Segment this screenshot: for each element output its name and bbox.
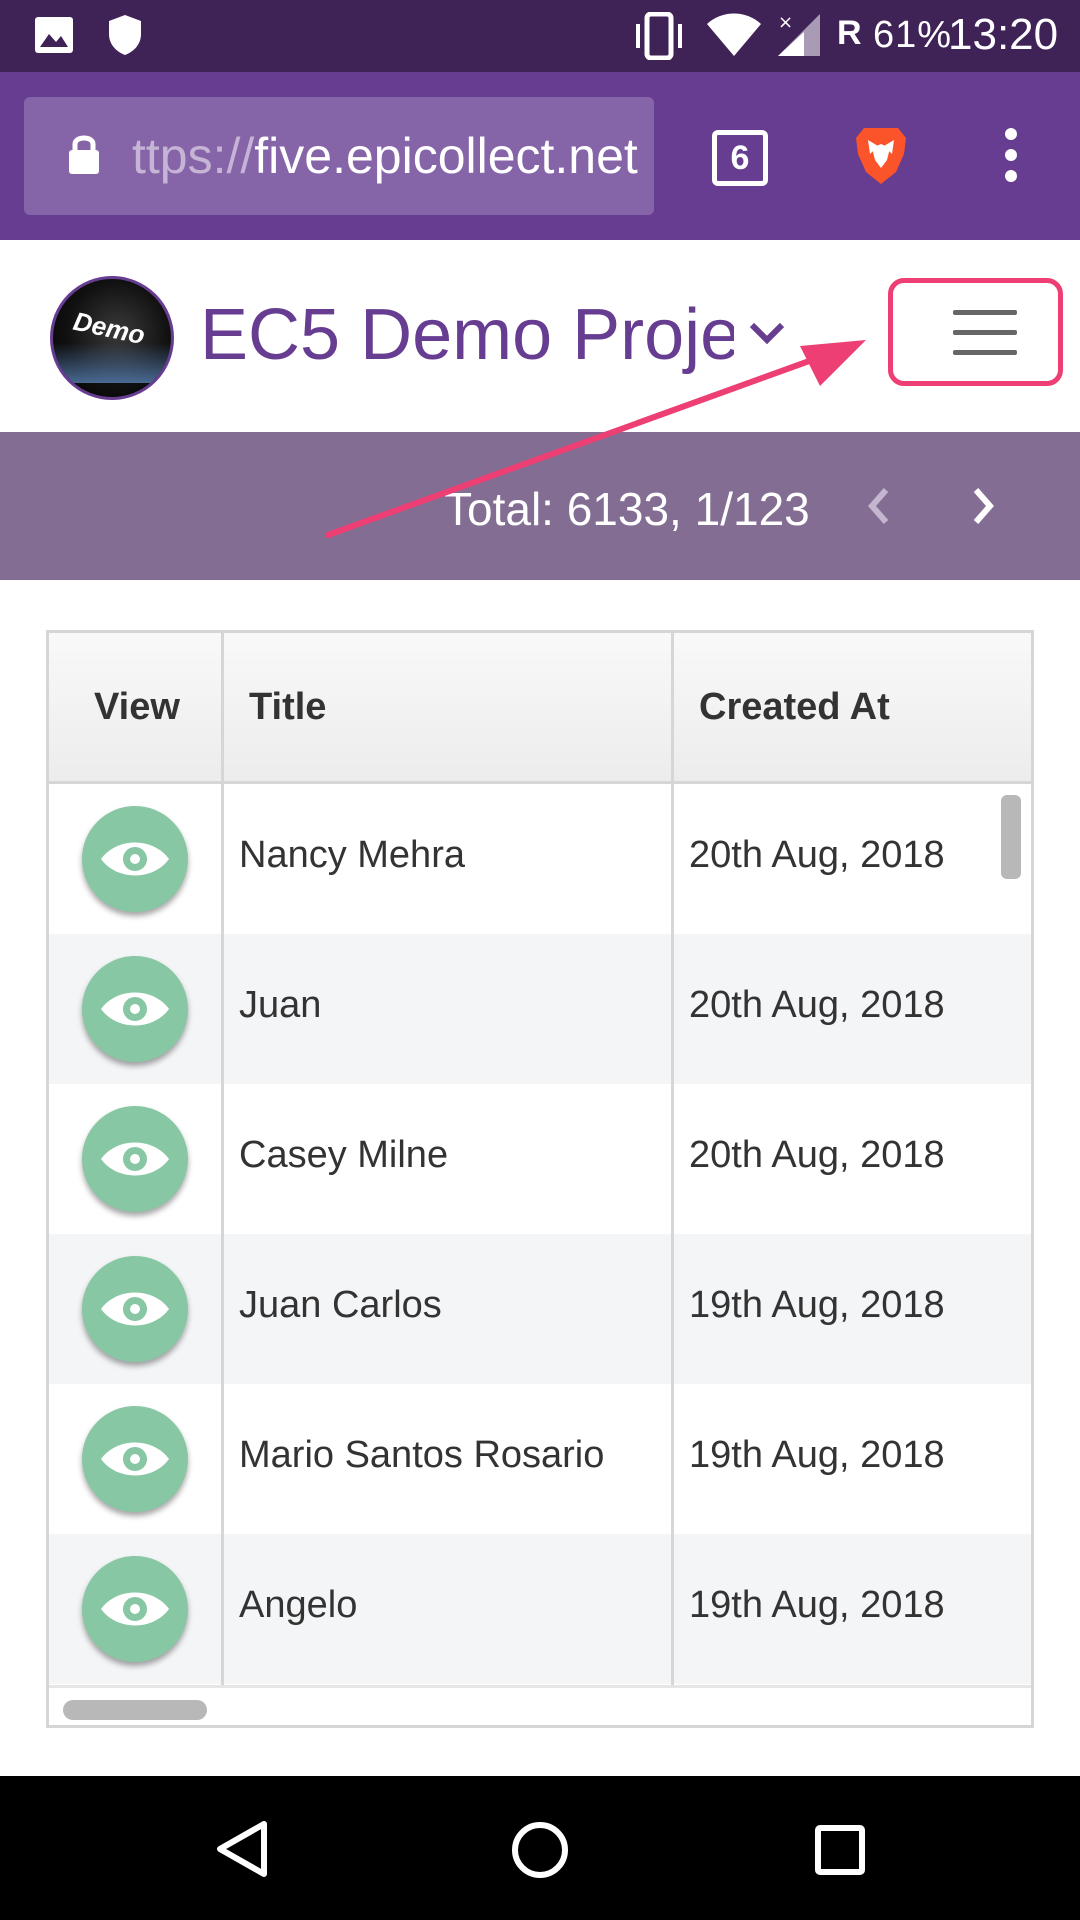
- wifi-icon: [707, 13, 761, 56]
- entry-created-at: 20th Aug, 2018: [689, 834, 945, 876]
- project-avatar[interactable]: Demo: [50, 276, 174, 400]
- table-row: Angelo 19th Aug, 2018: [49, 1534, 1031, 1684]
- table-row: Nancy Mehra 20th Aug, 2018: [49, 784, 1031, 934]
- url-host: five.epicollect.net: [254, 128, 638, 184]
- system-navigation-bar: [0, 1776, 1080, 1920]
- vibrate-icon: [636, 12, 682, 60]
- project-title[interactable]: EC5 Demo Proje: [200, 294, 734, 376]
- table-body[interactable]: Nancy Mehra 20th Aug, 2018 Juan 20th Aug…: [49, 784, 1031, 1684]
- clock: 13:20: [948, 10, 1059, 59]
- project-header: Demo EC5 Demo Proje: [0, 240, 1080, 432]
- table-row: Juan 20th Aug, 2018: [49, 934, 1031, 1084]
- column-header-view[interactable]: View: [94, 633, 180, 781]
- hamburger-line-middle: [953, 330, 1017, 335]
- image-icon: [35, 17, 73, 53]
- eye-icon: [101, 992, 169, 1026]
- eye-icon: [101, 1292, 169, 1326]
- back-icon[interactable]: [214, 1820, 270, 1878]
- chevron-down-icon[interactable]: [748, 320, 786, 346]
- hamburger-menu-button[interactable]: [888, 278, 1063, 386]
- column-header-title[interactable]: Title: [249, 633, 326, 781]
- total-count: Total: 6133, 1/123: [444, 483, 810, 535]
- entry-created-at: 20th Aug, 2018: [689, 984, 945, 1026]
- hamburger-line-top: [953, 310, 1017, 315]
- signal-icon: ×: [778, 12, 820, 56]
- view-entry-button[interactable]: [82, 1106, 188, 1212]
- view-entry-button[interactable]: [82, 806, 188, 912]
- table-row: Juan Carlos 19th Aug, 2018: [49, 1234, 1031, 1384]
- url-text: ttps://five.epicollect.net: [132, 127, 652, 185]
- url-scheme: ttps://: [132, 128, 255, 184]
- view-entry-button[interactable]: [82, 1256, 188, 1362]
- view-entry-button[interactable]: [82, 1406, 188, 1512]
- view-entry-button[interactable]: [82, 956, 188, 1062]
- eye-icon: [101, 1142, 169, 1176]
- browser-toolbar: ttps://five.epicollect.net 6: [0, 72, 1080, 240]
- table-row: Casey Milne 20th Aug, 2018: [49, 1084, 1031, 1234]
- next-page-icon[interactable]: [966, 484, 1000, 528]
- view-entry-button[interactable]: [82, 1556, 188, 1662]
- table-header: View Title Created At: [49, 633, 1031, 784]
- lock-icon: [69, 135, 99, 174]
- horizontal-scrollbar[interactable]: [63, 1700, 207, 1720]
- status-bar: × R 61% 13:20: [0, 0, 1080, 72]
- svg-text:×: ×: [778, 12, 793, 33]
- pagination-bar: Total: 6133, 1/123: [0, 432, 1080, 580]
- entry-title: Juan: [239, 984, 322, 1026]
- shield-icon: [109, 15, 141, 55]
- hamburger-line-bottom: [953, 350, 1017, 355]
- battery-percent: 61%: [873, 14, 953, 56]
- horizontal-scroll-track: [49, 1685, 1031, 1725]
- tab-switcher-button[interactable]: 6: [712, 130, 768, 186]
- entry-created-at: 19th Aug, 2018: [689, 1584, 945, 1626]
- entry-title: Casey Milne: [239, 1134, 449, 1176]
- entry-created-at: 19th Aug, 2018: [689, 1434, 945, 1476]
- entry-title: Nancy Mehra: [239, 834, 465, 876]
- eye-icon: [101, 1592, 169, 1626]
- home-icon[interactable]: [510, 1820, 570, 1880]
- entry-title: Juan Carlos: [239, 1284, 442, 1326]
- entry-created-at: 20th Aug, 2018: [689, 1134, 945, 1176]
- entry-title: Mario Santos Rosario: [239, 1434, 605, 1476]
- avatar-glow: [53, 343, 171, 383]
- carrier-indicator: R: [837, 14, 862, 52]
- column-divider: [671, 633, 674, 1685]
- entry-title: Angelo: [239, 1584, 358, 1626]
- previous-page-icon[interactable]: [862, 484, 896, 528]
- eye-icon: [101, 1442, 169, 1476]
- address-bar[interactable]: ttps://five.epicollect.net: [24, 97, 654, 215]
- column-divider: [221, 633, 224, 1685]
- column-header-created-at[interactable]: Created At: [699, 633, 890, 781]
- recents-icon[interactable]: [814, 1824, 866, 1876]
- vertical-scrollbar[interactable]: [1001, 795, 1021, 879]
- table-row: Mario Santos Rosario 19th Aug, 2018: [49, 1384, 1031, 1534]
- brave-lion-icon[interactable]: [850, 124, 912, 186]
- entries-table: View Title Created At Nancy Mehra 20th A…: [46, 630, 1034, 1728]
- entry-created-at: 19th Aug, 2018: [689, 1284, 945, 1326]
- eye-icon: [101, 842, 169, 876]
- kebab-menu-icon[interactable]: [1000, 127, 1022, 183]
